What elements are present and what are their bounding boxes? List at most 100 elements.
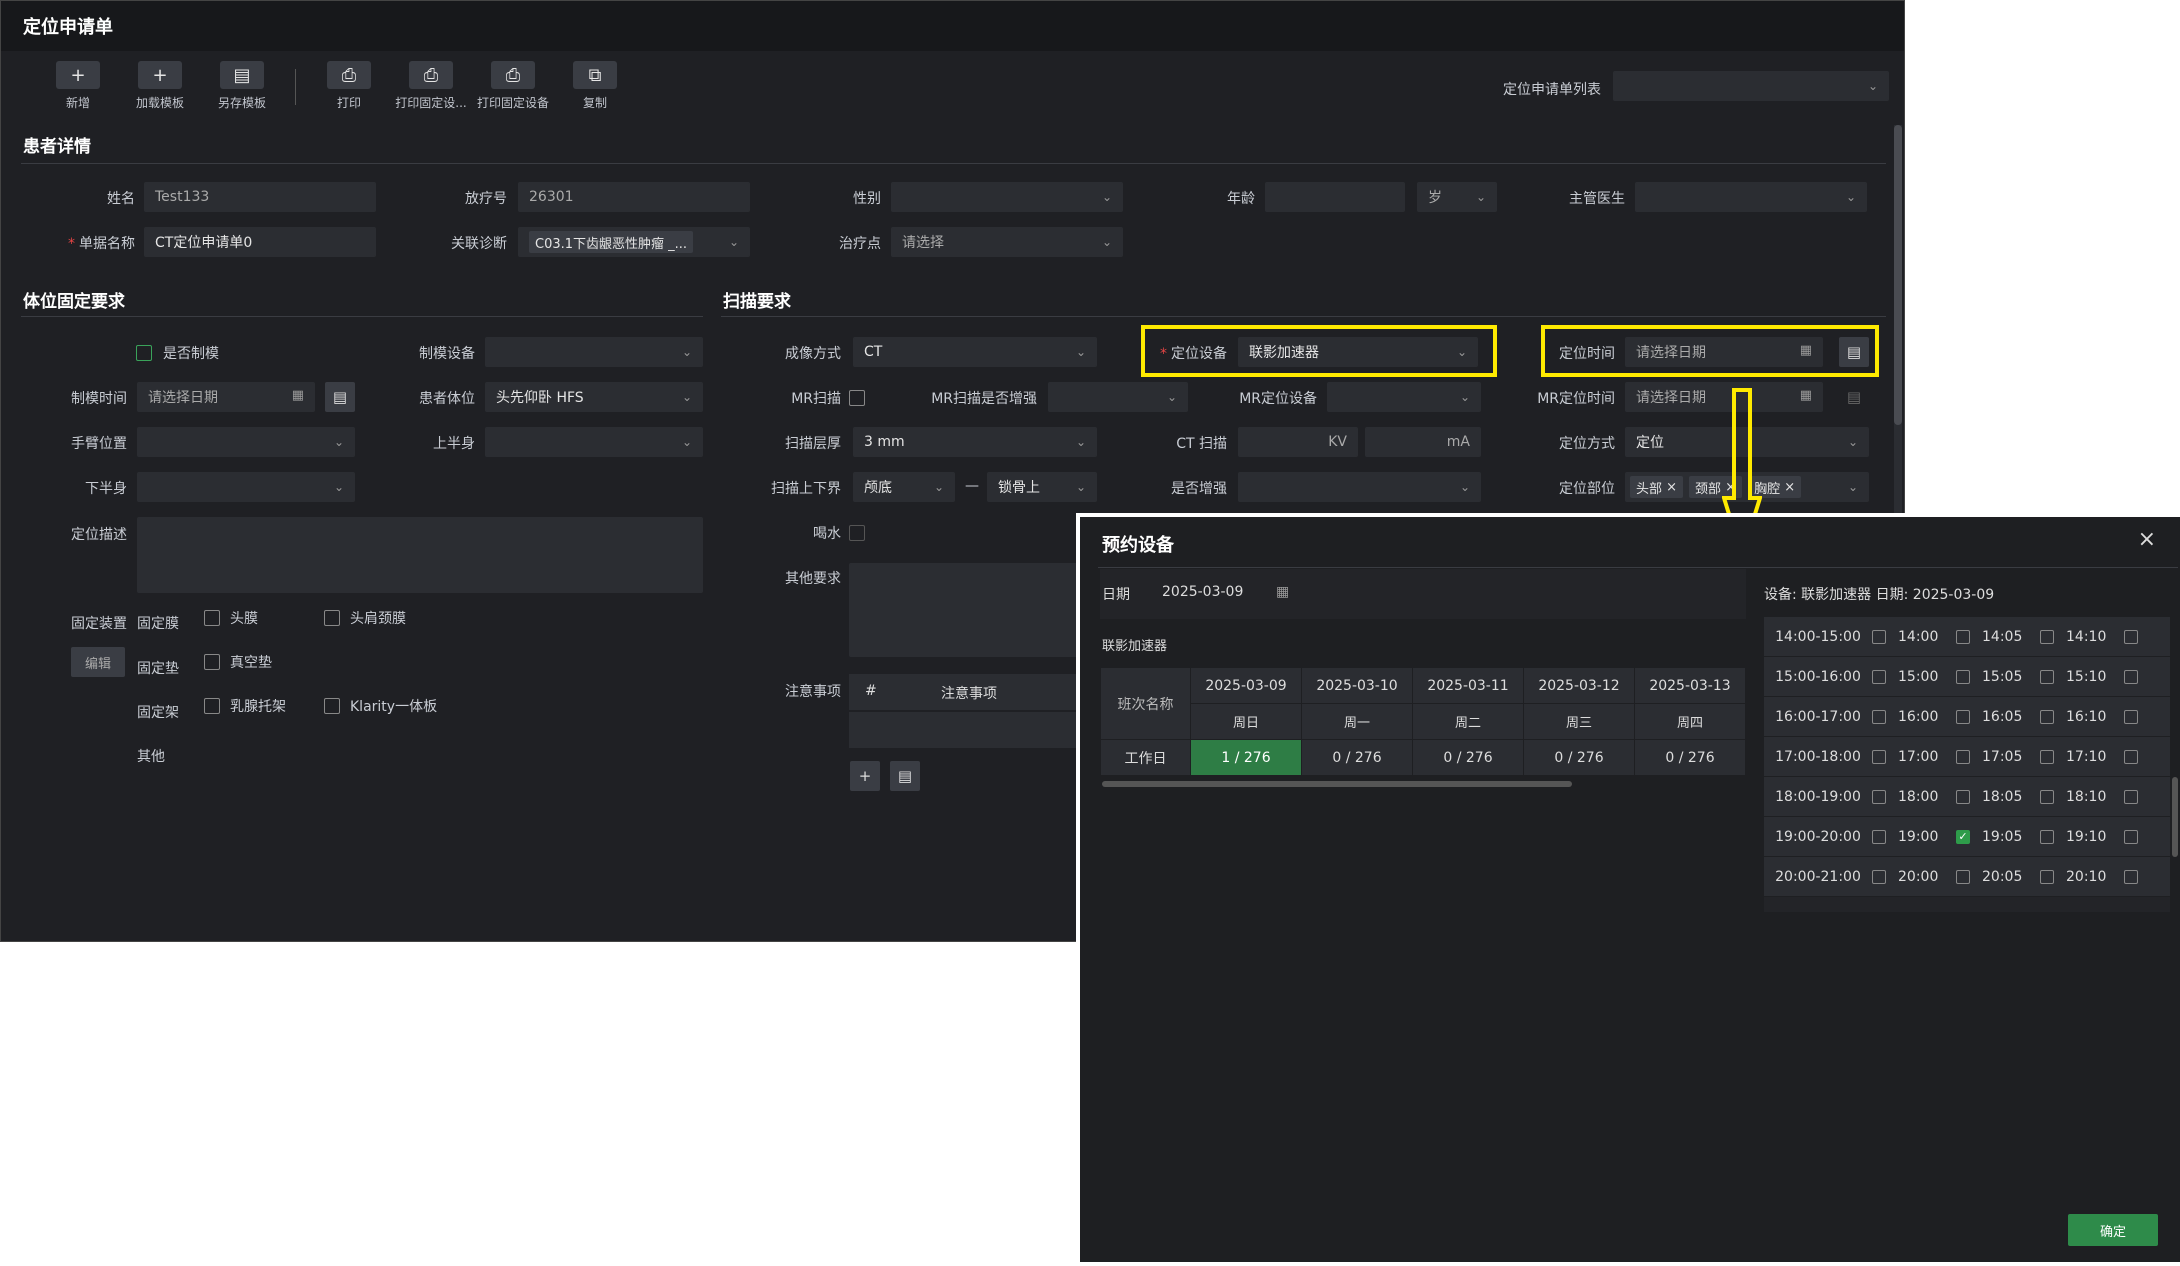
r1-checkbox[interactable] [204, 698, 220, 714]
slot-cell[interactable]: 0 / 276 [1412, 739, 1524, 776]
time-slot-option[interactable]: 18:05 [1956, 789, 2040, 805]
mrenh-select[interactable]: ⌄ [1048, 382, 1188, 412]
time-slot-option[interactable]: 14:05 [1956, 629, 2040, 645]
time-slot-option[interactable]: 16:10 [2040, 709, 2124, 725]
time-slot-checkbox[interactable] [1956, 749, 1970, 764]
rtno-field[interactable]: 26301 [518, 182, 750, 212]
name-field[interactable]: Test133 [144, 182, 376, 212]
time-slot-checkbox[interactable] [2040, 789, 2054, 804]
treat-select[interactable]: 请选择 ⌄ [891, 227, 1123, 257]
ma-field[interactable]: mA [1365, 427, 1481, 457]
docname-field[interactable]: CT定位申请单0 [144, 227, 376, 257]
kv-field[interactable]: KV [1238, 427, 1358, 457]
time-slot-option[interactable]: 14:10 [2040, 629, 2124, 645]
time-slot-checkbox[interactable] [2040, 709, 2054, 724]
vertical-scrollbar[interactable] [2172, 777, 2178, 857]
load-template-button[interactable]: + 加载模板 [119, 61, 201, 111]
time-slot-checkbox[interactable] [2124, 669, 2138, 684]
time-slot-checkbox[interactable] [1872, 709, 1886, 724]
print-button[interactable]: ⎙ 打印 [308, 61, 390, 111]
lower-select[interactable]: ⌄ [137, 472, 355, 502]
time-slot-checkbox[interactable]: ✓ [1956, 829, 1970, 844]
age-unit-select[interactable]: 岁 ⌄ [1417, 182, 1497, 212]
time-slot-checkbox[interactable] [2124, 629, 2138, 644]
enh-select[interactable]: ⌄ [1238, 472, 1481, 502]
diag-select[interactable]: C03.1下齿龈恶性肿瘤 _... ⌄ [518, 227, 750, 257]
mold-checkbox[interactable] [136, 345, 152, 361]
range-bottom-select[interactable]: 锁骨上 ⌄ [987, 472, 1097, 502]
upper-select[interactable]: ⌄ [485, 427, 703, 457]
m2-checkbox[interactable] [324, 610, 340, 626]
time-slot-option[interactable]: 20:05 [1956, 869, 2040, 885]
print-fixed-button[interactable]: ⎙ 打印固定设... [390, 61, 472, 111]
time-slot-checkbox[interactable] [1956, 789, 1970, 804]
doctor-select[interactable]: ⌄ [1635, 182, 1867, 212]
template-note-icon[interactable]: ▤ [890, 761, 920, 791]
date-value[interactable]: 2025-03-09 [1162, 584, 1243, 600]
time-slot-option[interactable]: 19:00 [1872, 829, 1956, 845]
save-template-button[interactable]: ▤ 另存模板 [201, 61, 283, 111]
molddev-select[interactable]: ⌄ [485, 337, 703, 367]
slot-cell[interactable]: 0 / 276 [1523, 739, 1635, 776]
time-slot-option[interactable]: 16:00 [1872, 709, 1956, 725]
time-slot-checkbox[interactable] [1872, 869, 1886, 884]
mode-select[interactable]: CT ⌄ [853, 337, 1097, 367]
m1-checkbox[interactable] [204, 610, 220, 626]
p1-checkbox[interactable] [204, 654, 220, 670]
range-top-select[interactable]: 颅底 ⌄ [853, 472, 955, 502]
list-select[interactable]: ⌄ [1613, 71, 1889, 101]
add-button[interactable]: + 新增 [37, 61, 119, 111]
add-note-icon[interactable]: + [850, 761, 880, 791]
time-slot-option[interactable]: 15:00 [1872, 669, 1956, 685]
time-slot-option[interactable]: 14:00 [1872, 629, 1956, 645]
time-slot-checkbox[interactable] [1956, 709, 1970, 724]
time-slot-checkbox[interactable] [1872, 749, 1886, 764]
time-slot-checkbox[interactable] [2040, 869, 2054, 884]
clipboard-icon[interactable]: ▤ [325, 382, 355, 412]
time-slot-option[interactable]: ✓ 19:05 [1956, 829, 2040, 845]
clipboard-icon[interactable]: ▤ [1839, 382, 1869, 412]
time-slot-checkbox[interactable] [2124, 869, 2138, 884]
time-slot-option[interactable]: 20:00 [1872, 869, 1956, 885]
time-slot-option[interactable]: 20:10 [2040, 869, 2124, 885]
time-slot-option[interactable]: 17:10 [2040, 749, 2124, 765]
print-fixed-device-button[interactable]: ⎙ 打印固定设备 [472, 61, 554, 111]
time-slot-checkbox[interactable] [2040, 829, 2054, 844]
time-slot-option[interactable]: 19:10 [2040, 829, 2124, 845]
time-slot-checkbox[interactable] [1872, 629, 1886, 644]
gender-select[interactable]: ⌄ [891, 182, 1123, 212]
age-field[interactable] [1265, 182, 1405, 212]
time-slot-option[interactable]: 16:05 [1956, 709, 2040, 725]
mr-checkbox[interactable] [849, 390, 865, 406]
time-slot-checkbox[interactable] [1956, 869, 1970, 884]
time-slot-checkbox[interactable] [1872, 669, 1886, 684]
time-slot-option[interactable]: 15:10 [2040, 669, 2124, 685]
horizontal-scrollbar[interactable] [1102, 781, 1572, 787]
time-slot-checkbox[interactable] [2124, 789, 2138, 804]
desc-textarea[interactable] [137, 517, 703, 593]
calendar-icon[interactable]: ▦ [1276, 584, 1289, 600]
time-slot-checkbox[interactable] [1872, 829, 1886, 844]
time-slot-checkbox[interactable] [2124, 829, 2138, 844]
mrdev-select[interactable]: ⌄ [1327, 382, 1481, 412]
layer-select[interactable]: 3 mm ⌄ [853, 427, 1097, 457]
slot-cell-selected[interactable]: 1 / 276 [1190, 739, 1302, 776]
other-req-textarea[interactable] [849, 563, 1089, 657]
time-slot-checkbox[interactable] [2040, 749, 2054, 764]
confirm-button[interactable]: 确定 [2068, 1214, 2158, 1246]
slot-cell[interactable]: 0 / 276 [1634, 739, 1746, 776]
water-checkbox[interactable] [849, 525, 865, 541]
part-tag[interactable]: 头部 × [1630, 476, 1684, 498]
time-slot-checkbox[interactable] [1872, 789, 1886, 804]
time-slot-option[interactable]: 15:05 [1956, 669, 2040, 685]
time-slot-checkbox[interactable] [1956, 669, 1970, 684]
arm-select[interactable]: ⌄ [137, 427, 355, 457]
r2-checkbox[interactable] [324, 698, 340, 714]
posture-select[interactable]: 头先仰卧 HFS ⌄ [485, 382, 703, 412]
time-slot-option[interactable]: 18:00 [1872, 789, 1956, 805]
edit-button[interactable]: 编辑 [71, 647, 125, 677]
slot-cell[interactable]: 0 / 276 [1301, 739, 1413, 776]
time-slot-checkbox[interactable] [1956, 629, 1970, 644]
moldtime-picker[interactable]: 请选择日期 ▦ [137, 382, 315, 412]
time-slot-checkbox[interactable] [2040, 669, 2054, 684]
